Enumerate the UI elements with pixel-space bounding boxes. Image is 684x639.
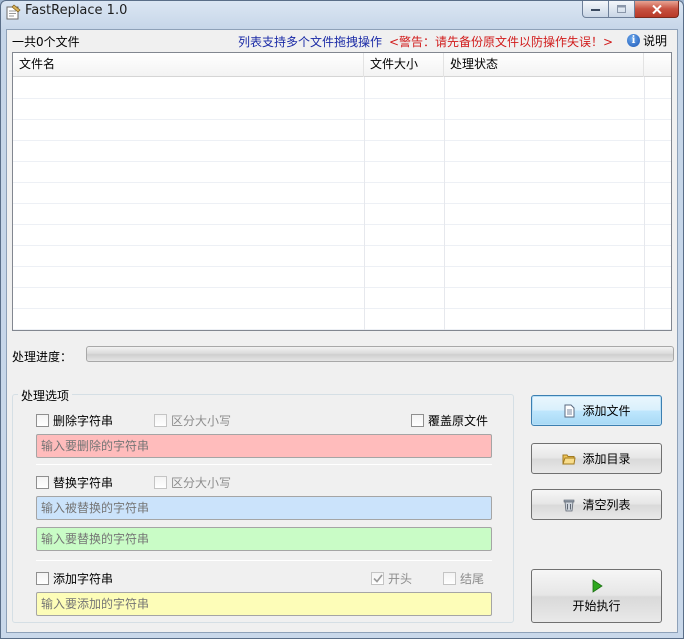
grid-row-line bbox=[13, 140, 671, 141]
grid-column-line bbox=[364, 77, 365, 330]
grid-row-line bbox=[13, 182, 671, 183]
replace-string-checkbox[interactable]: 替换字符串 bbox=[36, 474, 113, 491]
title-bar[interactable]: FastReplace 1.0 bbox=[1, 1, 683, 23]
section-divider bbox=[36, 464, 492, 465]
document-icon bbox=[564, 404, 575, 417]
grid-row-line bbox=[13, 308, 671, 309]
app-window: FastReplace 1.0 一共0个文件 列表支持多个文件拖拽操作 <警告：… bbox=[0, 0, 684, 639]
grid-row-line bbox=[13, 203, 671, 204]
section-divider bbox=[36, 560, 492, 561]
app-notepad-icon bbox=[6, 4, 21, 20]
grid-row-line bbox=[13, 329, 671, 330]
replace-checkbox-box[interactable] bbox=[36, 476, 49, 489]
add-at-start-checkbox[interactable]: 开头 bbox=[371, 570, 412, 587]
main-panel: 一共0个文件 列表支持多个文件拖拽操作 <警告：请先备份原文件以防操作失误！> … bbox=[6, 29, 678, 633]
checkmark-icon bbox=[372, 574, 383, 583]
file-list-header: 文件名 文件大小 处理状态 bbox=[13, 53, 671, 77]
replace-checkbox-label: 替换字符串 bbox=[53, 476, 114, 490]
overwrite-checkbox-box[interactable] bbox=[411, 414, 424, 427]
clear-list-button[interactable]: 清空列表 bbox=[531, 489, 662, 520]
help-link[interactable]: i 说明 bbox=[627, 32, 667, 49]
file-list[interactable]: 文件名 文件大小 处理状态 bbox=[12, 52, 672, 331]
add-file-button[interactable]: 添加文件 bbox=[531, 395, 662, 426]
add-file-label: 添加文件 bbox=[582, 404, 631, 418]
progress-bar bbox=[86, 346, 674, 362]
backup-warning: <警告：请先备份原文件以防操作失误！> bbox=[389, 35, 614, 49]
add-end-label: 结尾 bbox=[460, 572, 485, 586]
add-start-label: 开头 bbox=[388, 572, 413, 586]
delete-case-checkbox[interactable]: 区分大小写 bbox=[154, 412, 231, 429]
delete-checkbox-box[interactable] bbox=[36, 414, 49, 427]
start-label: 开始执行 bbox=[572, 598, 621, 613]
column-header-filename[interactable]: 文件名 bbox=[13, 53, 364, 77]
maximize-button[interactable] bbox=[609, 1, 635, 18]
replace-case-checkbox-box[interactable] bbox=[154, 476, 167, 489]
maximize-icon bbox=[617, 5, 626, 13]
close-icon bbox=[651, 4, 662, 14]
add-directory-label: 添加目录 bbox=[582, 452, 631, 466]
replace-with-input[interactable] bbox=[36, 527, 492, 551]
file-count-label: 一共0个文件 bbox=[12, 35, 80, 49]
close-button[interactable] bbox=[635, 1, 679, 18]
delete-case-checkbox-box[interactable] bbox=[154, 414, 167, 427]
grid-column-line bbox=[444, 77, 445, 330]
start-button[interactable]: 开始执行 bbox=[531, 569, 662, 623]
trash-icon bbox=[564, 499, 575, 511]
delete-string-checkbox[interactable]: 删除字符串 bbox=[36, 412, 113, 429]
delete-string-input[interactable] bbox=[36, 434, 492, 458]
add-directory-button[interactable]: 添加目录 bbox=[531, 443, 662, 474]
overwrite-checkbox[interactable]: 覆盖原文件 bbox=[411, 412, 488, 429]
add-start-checkbox-box[interactable] bbox=[371, 572, 384, 585]
find-string-input[interactable] bbox=[36, 496, 492, 520]
grid-row-line bbox=[13, 245, 671, 246]
grid-row-line bbox=[13, 119, 671, 120]
add-string-input[interactable] bbox=[36, 592, 492, 616]
grid-row-line bbox=[13, 161, 671, 162]
add-string-checkbox[interactable]: 添加字符串 bbox=[36, 570, 113, 587]
replace-case-label: 区分大小写 bbox=[171, 476, 232, 490]
replace-case-checkbox[interactable]: 区分大小写 bbox=[154, 474, 231, 491]
grid-row-line bbox=[13, 224, 671, 225]
minimize-button[interactable] bbox=[582, 1, 609, 18]
column-header-filesize[interactable]: 文件大小 bbox=[364, 53, 444, 77]
delete-case-label: 区分大小写 bbox=[171, 414, 232, 428]
help-label: 说明 bbox=[643, 34, 668, 48]
add-checkbox-box[interactable] bbox=[36, 572, 49, 585]
add-checkbox-label: 添加字符串 bbox=[53, 572, 114, 586]
grid-row-line bbox=[13, 266, 671, 267]
delete-checkbox-label: 删除字符串 bbox=[53, 414, 114, 428]
folder-icon bbox=[562, 454, 577, 464]
options-group-title: 处理选项 bbox=[18, 387, 73, 404]
column-header-status[interactable]: 处理状态 bbox=[444, 53, 644, 77]
window-title: FastReplace 1.0 bbox=[25, 3, 128, 18]
info-icon: i bbox=[627, 34, 640, 47]
grid-row-line bbox=[13, 287, 671, 288]
drag-hint: 列表支持多个文件拖拽操作 bbox=[238, 35, 383, 49]
progress-label: 处理进度： bbox=[12, 350, 73, 364]
play-icon bbox=[592, 578, 603, 593]
column-header-filler bbox=[644, 53, 671, 77]
window-controls bbox=[582, 1, 679, 18]
clear-list-label: 清空列表 bbox=[582, 498, 631, 512]
grid-column-line bbox=[644, 77, 645, 330]
add-at-end-checkbox[interactable]: 结尾 bbox=[443, 570, 484, 587]
minimize-icon bbox=[591, 9, 600, 11]
add-end-checkbox-box[interactable] bbox=[443, 572, 456, 585]
grid-row-line bbox=[13, 98, 671, 99]
overwrite-label: 覆盖原文件 bbox=[428, 414, 489, 428]
